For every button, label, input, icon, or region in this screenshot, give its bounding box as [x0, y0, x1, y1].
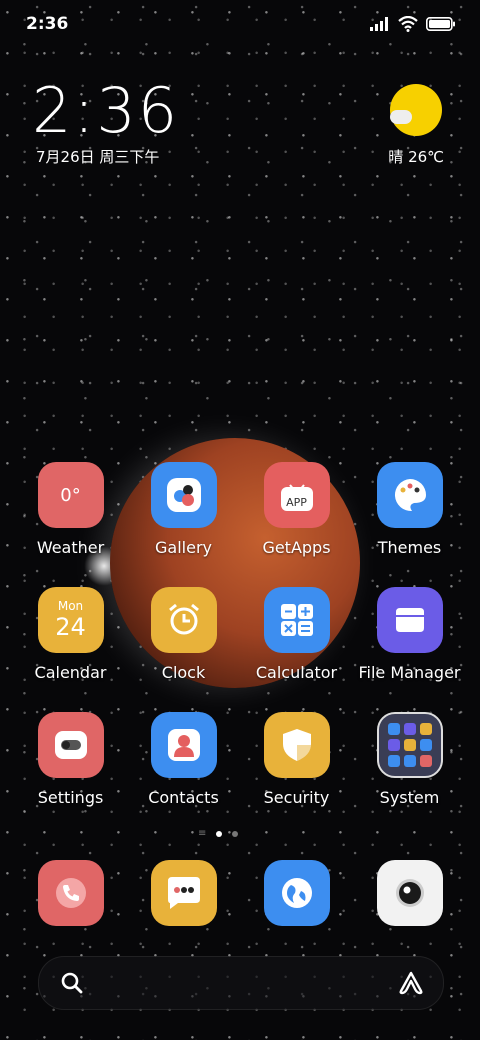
page-dot — [232, 831, 238, 837]
app-label: Clock — [161, 663, 206, 682]
getapps-icon: APP — [263, 462, 330, 528]
calculator-icon — [263, 587, 330, 653]
app-label: Security — [263, 788, 330, 807]
app-themes[interactable]: Themes — [353, 462, 466, 557]
search-icon — [61, 972, 83, 994]
app-calculator[interactable]: Calculator — [240, 587, 353, 682]
app-clock[interactable]: Clock — [127, 587, 240, 682]
app-getapps[interactable]: APP GetApps — [240, 462, 353, 557]
app-label: Settings — [37, 788, 104, 807]
app-label: Contacts — [148, 788, 219, 807]
browser-icon — [263, 860, 330, 926]
weather-widget[interactable] — [388, 84, 444, 136]
messages-icon — [150, 860, 217, 926]
getapps-icon-text: APP — [286, 496, 307, 509]
phone-icon — [37, 860, 104, 926]
dock-browser[interactable] — [240, 860, 353, 926]
dock-phone[interactable] — [14, 860, 127, 926]
app-label: Calculator — [255, 663, 338, 682]
alarm-clock-icon — [150, 587, 217, 653]
app-label: File Manager — [358, 663, 461, 682]
page-indicator[interactable]: ≡ — [198, 828, 238, 839]
calendar-icon-date: 24 — [55, 613, 86, 641]
themes-icon — [376, 462, 443, 528]
settings-icon — [37, 712, 104, 778]
app-settings[interactable]: Settings — [14, 712, 127, 807]
app-contacts[interactable]: Contacts — [127, 712, 240, 807]
app-label: Weather — [36, 538, 105, 557]
shield-icon — [263, 712, 330, 778]
system-folder-icon — [376, 712, 443, 778]
app-label: System — [379, 788, 440, 807]
app-calendar[interactable]: Mon 24 Calendar — [14, 587, 127, 682]
weather-widget-text: 晴 26℃ — [388, 148, 444, 166]
assistant-icon[interactable] — [397, 971, 425, 995]
folder-icon — [376, 587, 443, 653]
app-security[interactable]: Security — [240, 712, 353, 807]
camera-icon — [376, 860, 443, 926]
battery-icon — [426, 17, 455, 31]
signal-icon — [370, 17, 388, 31]
calendar-icon-day: Mon — [57, 599, 84, 613]
calendar-icon: Mon 24 — [37, 587, 104, 653]
wifi-icon — [398, 16, 418, 32]
dock-camera[interactable] — [353, 860, 466, 926]
gallery-icon — [150, 462, 217, 528]
status-bar: 2:36 — [0, 0, 480, 50]
page-dot-active — [216, 831, 222, 837]
weather-icon-temp: 0° — [60, 484, 81, 506]
app-file-manager[interactable]: File Manager — [353, 587, 466, 682]
app-label: Themes — [377, 538, 442, 557]
app-label: GetApps — [262, 538, 331, 557]
status-time: 2:36 — [26, 14, 69, 34]
dock-messages[interactable] — [127, 860, 240, 926]
app-label: Gallery — [155, 538, 212, 557]
weather-icon: 0° — [37, 462, 104, 528]
app-gallery[interactable]: Gallery — [127, 462, 240, 557]
sunny-icon — [390, 84, 442, 136]
home-clock[interactable]: 2:36 — [32, 80, 179, 142]
search-bar[interactable] — [38, 956, 444, 1010]
contacts-icon — [150, 712, 217, 778]
app-drawer-indicator-icon: ≡ — [198, 828, 207, 839]
app-weather[interactable]: 0° Weather — [14, 462, 127, 557]
folder-system[interactable]: System — [353, 712, 466, 807]
home-date: 7月26日 周三下午 — [36, 148, 160, 166]
app-label: Calendar — [34, 663, 107, 682]
status-icons — [370, 16, 456, 32]
